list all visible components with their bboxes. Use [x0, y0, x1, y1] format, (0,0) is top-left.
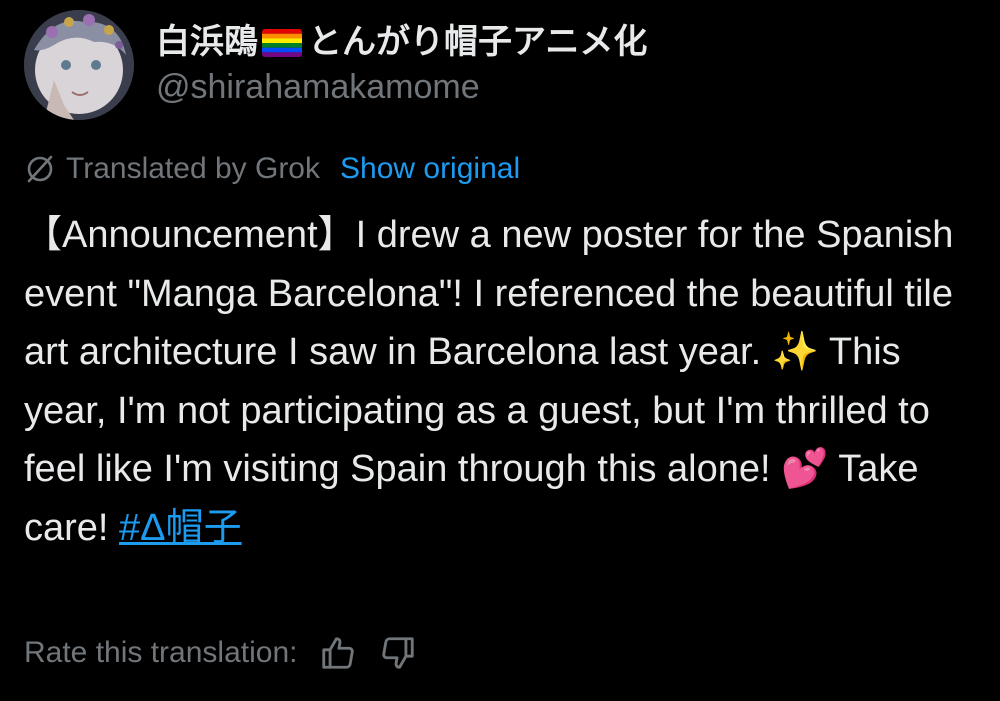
- rainbow-flag-icon: [262, 28, 302, 57]
- tweet-header: 白浜鴎 とんがり帽子アニメ化 @shirahamakamome: [24, 10, 647, 120]
- display-name-suffix: とんがり帽子アニメ化: [308, 23, 648, 62]
- translation-bar: Translated by Grok Show original: [24, 152, 520, 186]
- display-name-text: 白浜鴎: [156, 23, 258, 62]
- translated-by-label: Translated by Grok: [66, 152, 320, 185]
- display-name[interactable]: 白浜鴎 とんがり帽子アニメ化: [156, 22, 647, 63]
- thumbs-down-icon[interactable]: [379, 634, 417, 672]
- thumbs-up-icon[interactable]: [319, 634, 357, 672]
- rate-translation-label: Rate this translation:: [24, 636, 298, 669]
- rate-translation: Rate this translation:: [24, 634, 417, 672]
- show-original-link[interactable]: Show original: [340, 152, 520, 186]
- tweet-body: 【Announcement】I drew a new poster for th…: [24, 214, 964, 549]
- avatar-image: [24, 10, 134, 120]
- tweet-text: 【Announcement】I drew a new poster for th…: [24, 206, 984, 557]
- user-info: 白浜鴎 とんがり帽子アニメ化 @shirahamakamome: [156, 22, 647, 108]
- grok-icon: [24, 153, 56, 185]
- avatar[interactable]: [24, 10, 134, 120]
- hashtag-link[interactable]: #Δ帽子: [119, 507, 242, 549]
- user-handle[interactable]: @shirahamakamome: [156, 67, 647, 108]
